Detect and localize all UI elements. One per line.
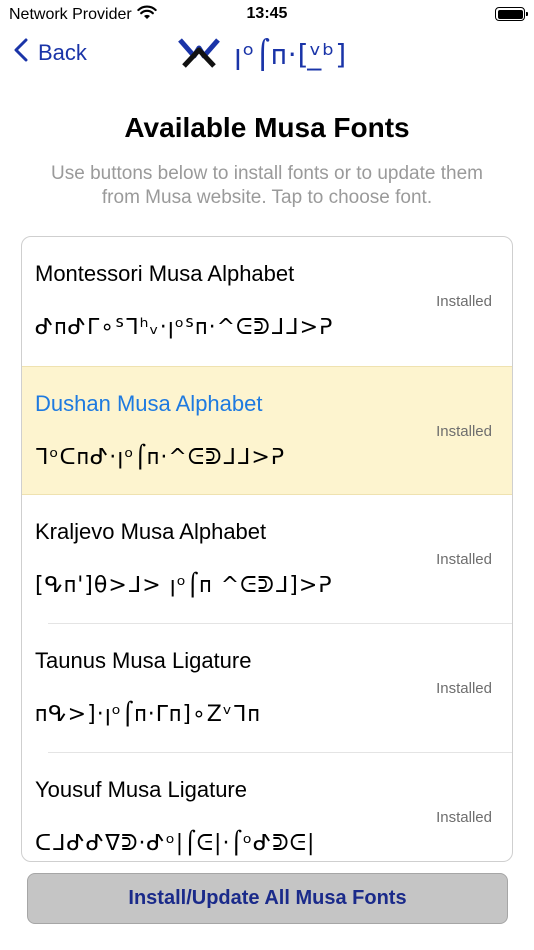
page-title: Available Musa Fonts	[124, 112, 410, 143]
font-name: Yousuf Musa Ligature	[35, 777, 247, 802]
back-button[interactable]: Back	[14, 38, 87, 68]
font-row-montessori[interactable]: Montessori Musa Alphabet Installed ᕷᴨᕷᒥ∘…	[22, 237, 512, 366]
font-sample: ᕷᴨᕷᒥ∘ᔆᒣʰᵥ·ꞁᵒᔆᴨ·^ᕮᕲᒧᒧ>ᕈ	[35, 315, 334, 340]
font-sample: ᑕᒧᕷᕷᐁᕲ·ᕷᵒ|⌠ᕮ|·⌠ᵒᕷᕲᕮ|	[35, 831, 316, 856]
font-status: Installed	[436, 551, 492, 568]
font-sample: ᒣᵒᑕᴨᕷ·ꞁᵒ⌠ᴨ·^ᕮᕲᒧᒧ>ᕈ	[35, 445, 286, 470]
font-status: Installed	[436, 423, 492, 440]
nav-title: ꞁᵒ⌠ᴨ·[ᵛ̲ᵇ]	[176, 34, 347, 75]
nav-title-script: ꞁᵒ⌠ᴨ·[ᵛ̲ᵇ]	[234, 38, 348, 71]
back-label: Back	[38, 40, 87, 65]
font-row-taunus[interactable]: Taunus Musa Ligature Installed ᴨᕴ>]·ꞁᵒ⌠ᴨ…	[22, 624, 512, 753]
musa-logo-icon	[176, 34, 222, 75]
battery-icon	[495, 7, 528, 21]
font-row-yousuf[interactable]: Yousuf Musa Ligature Installed ᑕᒧᕷᕷᐁᕲ·ᕷᵒ…	[22, 753, 512, 861]
font-name: Montessori Musa Alphabet	[35, 261, 295, 286]
nav-bar: Back ꞁᵒ⌠ᴨ·[ᵛ̲ᵇ]	[0, 28, 534, 84]
font-sample: [ᕴᴨ']θ>ᒧ> ꞁᵒ⌠ᴨ ^ᕮᕲᒧ]>ᕈ	[35, 573, 333, 598]
font-sample: ᴨᕴ>]·ꞁᵒ⌠ᴨ·ᒥᴨ]∘Zᵛᒣᴨ	[35, 702, 261, 727]
font-name: Kraljevo Musa Alphabet	[35, 519, 267, 544]
font-status: Installed	[436, 809, 492, 826]
install-all-button[interactable]: Install/Update All Musa Fonts	[27, 873, 508, 924]
page-subtitle: Use buttons below to install fonts or to…	[51, 163, 483, 208]
status-bar: Network Provider 13:45	[0, 0, 534, 28]
font-status: Installed	[436, 293, 492, 310]
chevron-left-icon	[14, 38, 28, 68]
font-list[interactable]: Montessori Musa Alphabet Installed ᕷᴨᕷᒥ∘…	[21, 236, 513, 862]
font-name: Taunus Musa Ligature	[35, 648, 252, 673]
status-time: 13:45	[246, 5, 288, 22]
font-row-dushan[interactable]: Dushan Musa Alphabet Installed ᒣᵒᑕᴨᕷ·ꞁᵒ⌠…	[22, 366, 512, 495]
font-name: Dushan Musa Alphabet	[35, 391, 263, 416]
font-status: Installed	[436, 680, 492, 697]
font-row-kraljevo[interactable]: Kraljevo Musa Alphabet Installed [ᕴᴨ']θ>…	[22, 495, 512, 624]
